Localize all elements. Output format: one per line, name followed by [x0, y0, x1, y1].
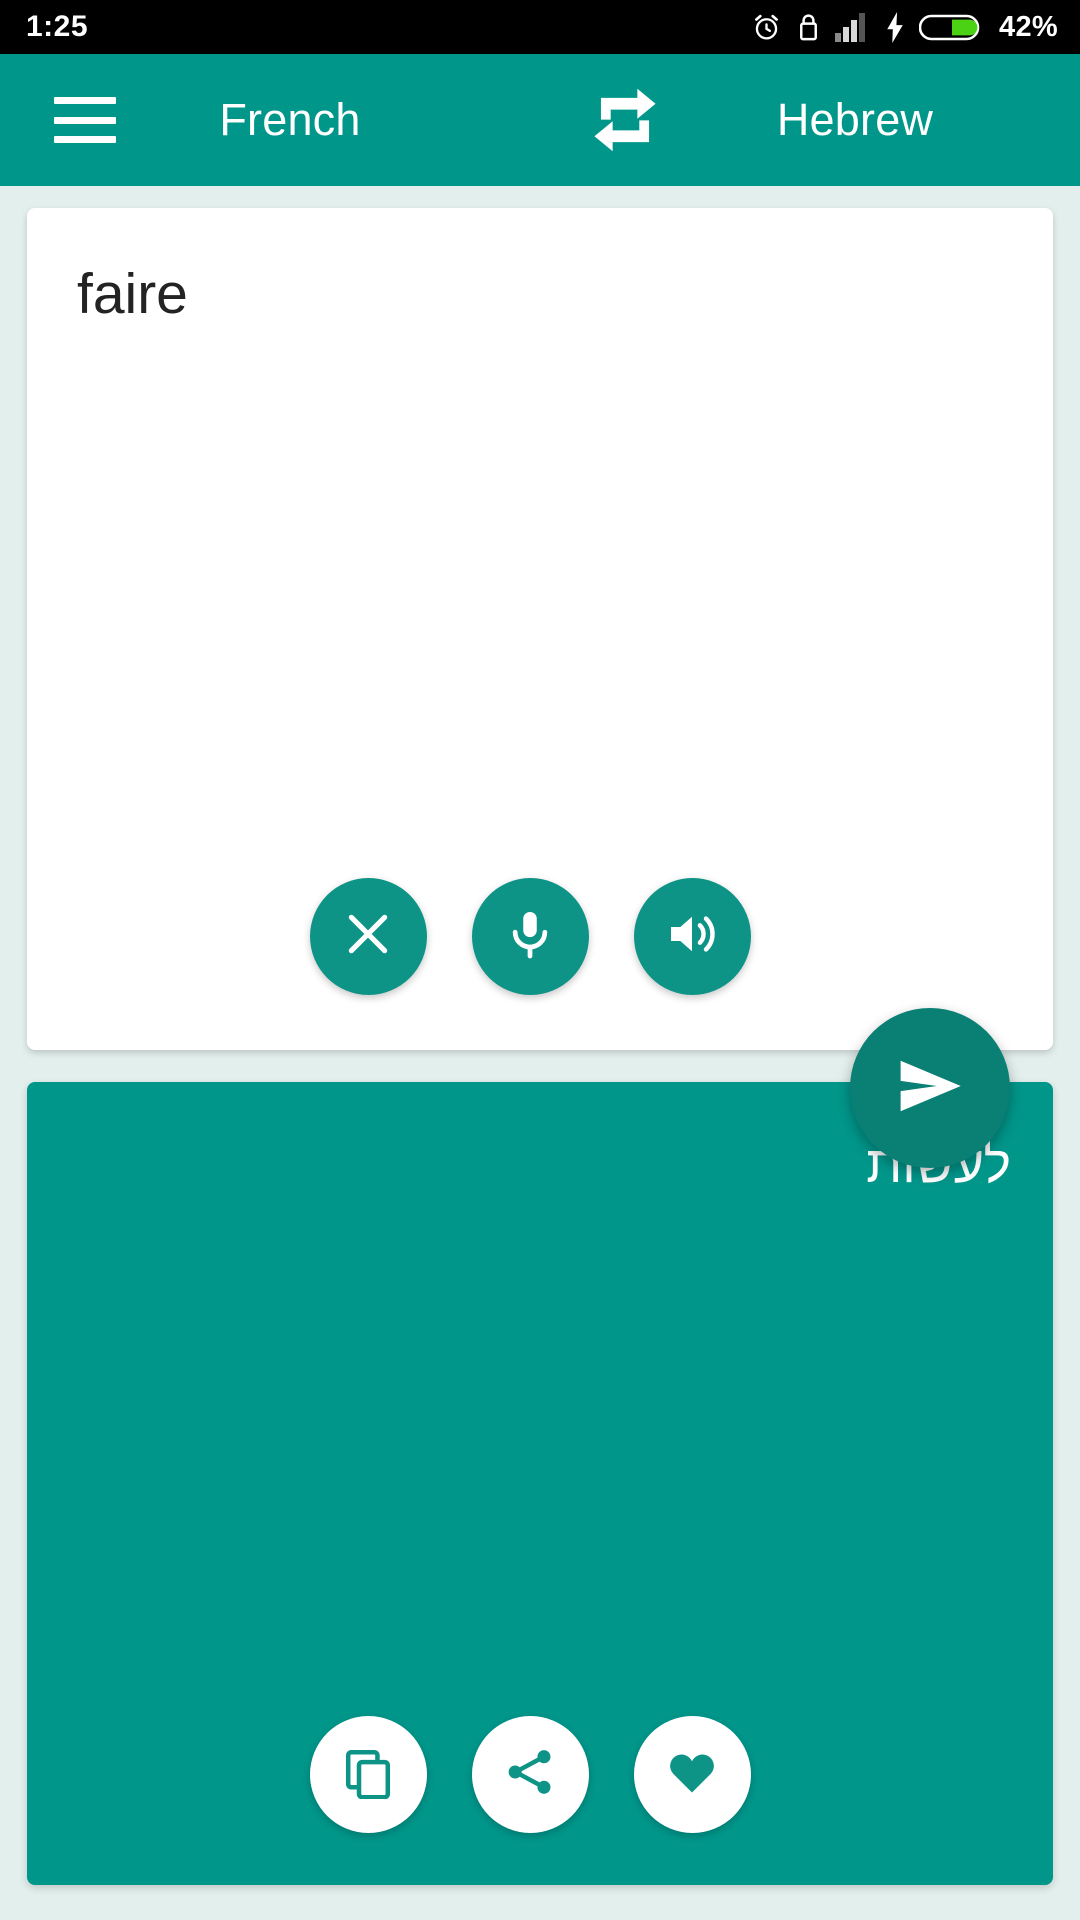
charging-bolt-icon — [885, 11, 905, 43]
translate-send-button[interactable] — [850, 1008, 1010, 1168]
clear-button[interactable] — [309, 878, 427, 995]
battery-percent-label: 42% — [999, 10, 1058, 43]
microphone-icon — [503, 907, 557, 966]
alarm-icon — [751, 12, 782, 43]
favorite-button[interactable] — [633, 1716, 751, 1833]
status-bar-icons: 42% — [751, 11, 1058, 44]
speak-source-button[interactable] — [633, 878, 751, 995]
close-x-icon — [341, 907, 395, 966]
app-root: 1:25 42% French Hebrew faire — [0, 0, 1080, 1920]
result-action-bar — [27, 1716, 1053, 1833]
source-language-button[interactable]: French — [150, 94, 430, 146]
translation-result-card: לעשות — [27, 1082, 1053, 1885]
share-button[interactable] — [471, 1716, 589, 1833]
heart-icon — [664, 1744, 720, 1805]
source-text-card: faire — [27, 208, 1053, 1050]
signal-icon — [835, 12, 871, 42]
copy-button[interactable] — [309, 1716, 427, 1833]
source-action-bar — [27, 878, 1053, 995]
app-bar: French Hebrew — [0, 54, 1080, 186]
share-icon — [503, 1745, 557, 1804]
speaker-volume-icon — [664, 906, 720, 967]
target-language-button[interactable]: Hebrew — [690, 94, 1020, 146]
swap-languages-icon[interactable] — [560, 54, 690, 186]
status-bar: 1:25 42% — [0, 0, 1080, 54]
send-icon — [889, 1045, 971, 1132]
hamburger-menu-icon[interactable] — [54, 97, 116, 143]
status-bar-clock: 1:25 — [26, 10, 89, 43]
voice-input-button[interactable] — [471, 878, 589, 995]
source-text-input[interactable]: faire — [77, 262, 1003, 328]
battery-icon — [919, 12, 981, 43]
copy-icon — [341, 1745, 395, 1804]
lock-icon — [796, 12, 821, 43]
